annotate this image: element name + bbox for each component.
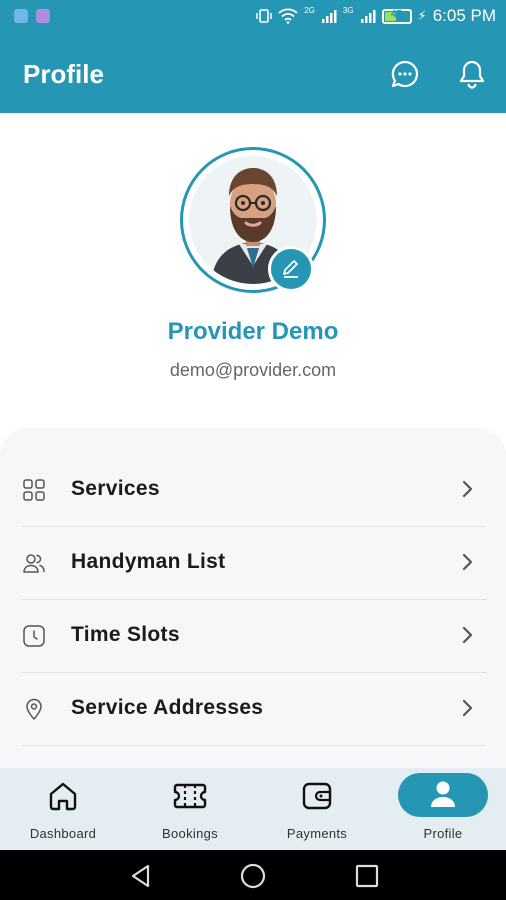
chevron-right-icon	[462, 699, 473, 717]
nav-payments[interactable]: Payments	[254, 768, 380, 850]
back-icon[interactable]	[128, 863, 154, 889]
profile-menu: Services Handyman List Time Slots Servic…	[0, 428, 506, 768]
menu-item-label: Handyman List	[71, 550, 226, 573]
nav-bookings[interactable]: Bookings	[127, 768, 253, 850]
nav-label: Dashboard	[29, 826, 97, 841]
edit-icon	[283, 260, 298, 278]
status-indicators: 2G 3G 45 ⚡ 6:05 PM	[256, 6, 496, 26]
app-bar: Profile	[0, 36, 506, 113]
profile-email: demo@provider.com	[169, 360, 337, 380]
status-notification-icons	[14, 9, 50, 23]
chevron-right-icon	[462, 553, 473, 571]
recents-icon[interactable]	[354, 863, 380, 889]
menu-item-time-slots[interactable]: Time Slots	[22, 600, 486, 673]
page-title: Profile	[23, 59, 104, 89]
profile-name: Provider Demo	[167, 318, 339, 345]
nav-profile-active-indicator[interactable]	[398, 773, 488, 817]
home-button-icon[interactable]	[240, 863, 266, 889]
menu-item-label: Service Addresses	[71, 696, 264, 719]
nav-label: Payments	[286, 826, 348, 841]
menu-item-label: Time Slots	[71, 623, 180, 646]
location-pin-icon	[22, 697, 46, 721]
network-label-2: 3G	[342, 6, 354, 15]
ticket-icon	[173, 780, 207, 812]
nav-label: Profile	[423, 826, 463, 841]
wallet-icon	[300, 780, 334, 812]
notifications-button[interactable]	[456, 58, 488, 90]
edit-avatar-button[interactable]	[268, 246, 314, 292]
battery-level: 45	[390, 8, 403, 20]
network-label-1: 2G	[304, 6, 315, 15]
battery-icon: 45	[381, 8, 412, 24]
system-navigation-bar	[0, 850, 506, 900]
nav-label: Bookings	[162, 826, 218, 841]
wifi-icon	[278, 8, 298, 24]
status-time: 6:05 PM	[432, 6, 496, 25]
signal-icon-1	[321, 10, 337, 23]
app-notification-icon	[36, 9, 50, 23]
chat-icon	[391, 60, 419, 88]
person-icon	[431, 781, 455, 807]
menu-item-handyman-list[interactable]: Handyman List	[22, 527, 486, 600]
nav-dashboard[interactable]: Dashboard	[0, 768, 126, 850]
gallery-notification-icon	[14, 9, 28, 23]
status-bar: 2G 3G 45 ⚡ 6:05 PM	[0, 0, 506, 36]
home-icon	[46, 780, 80, 812]
clock-icon	[22, 624, 46, 648]
chevron-right-icon	[462, 480, 473, 498]
bell-icon	[459, 60, 485, 89]
menu-item-services[interactable]: Services	[22, 454, 486, 527]
signal-icon-2	[360, 10, 376, 23]
grid-icon	[22, 478, 46, 502]
users-icon	[22, 551, 46, 575]
menu-item-service-addresses[interactable]: Service Addresses	[22, 673, 486, 746]
vibrate-icon	[256, 9, 272, 23]
menu-item-label: Services	[71, 477, 160, 500]
chat-button[interactable]	[389, 58, 421, 90]
chevron-right-icon	[462, 626, 473, 644]
charging-icon: ⚡	[417, 8, 427, 23]
